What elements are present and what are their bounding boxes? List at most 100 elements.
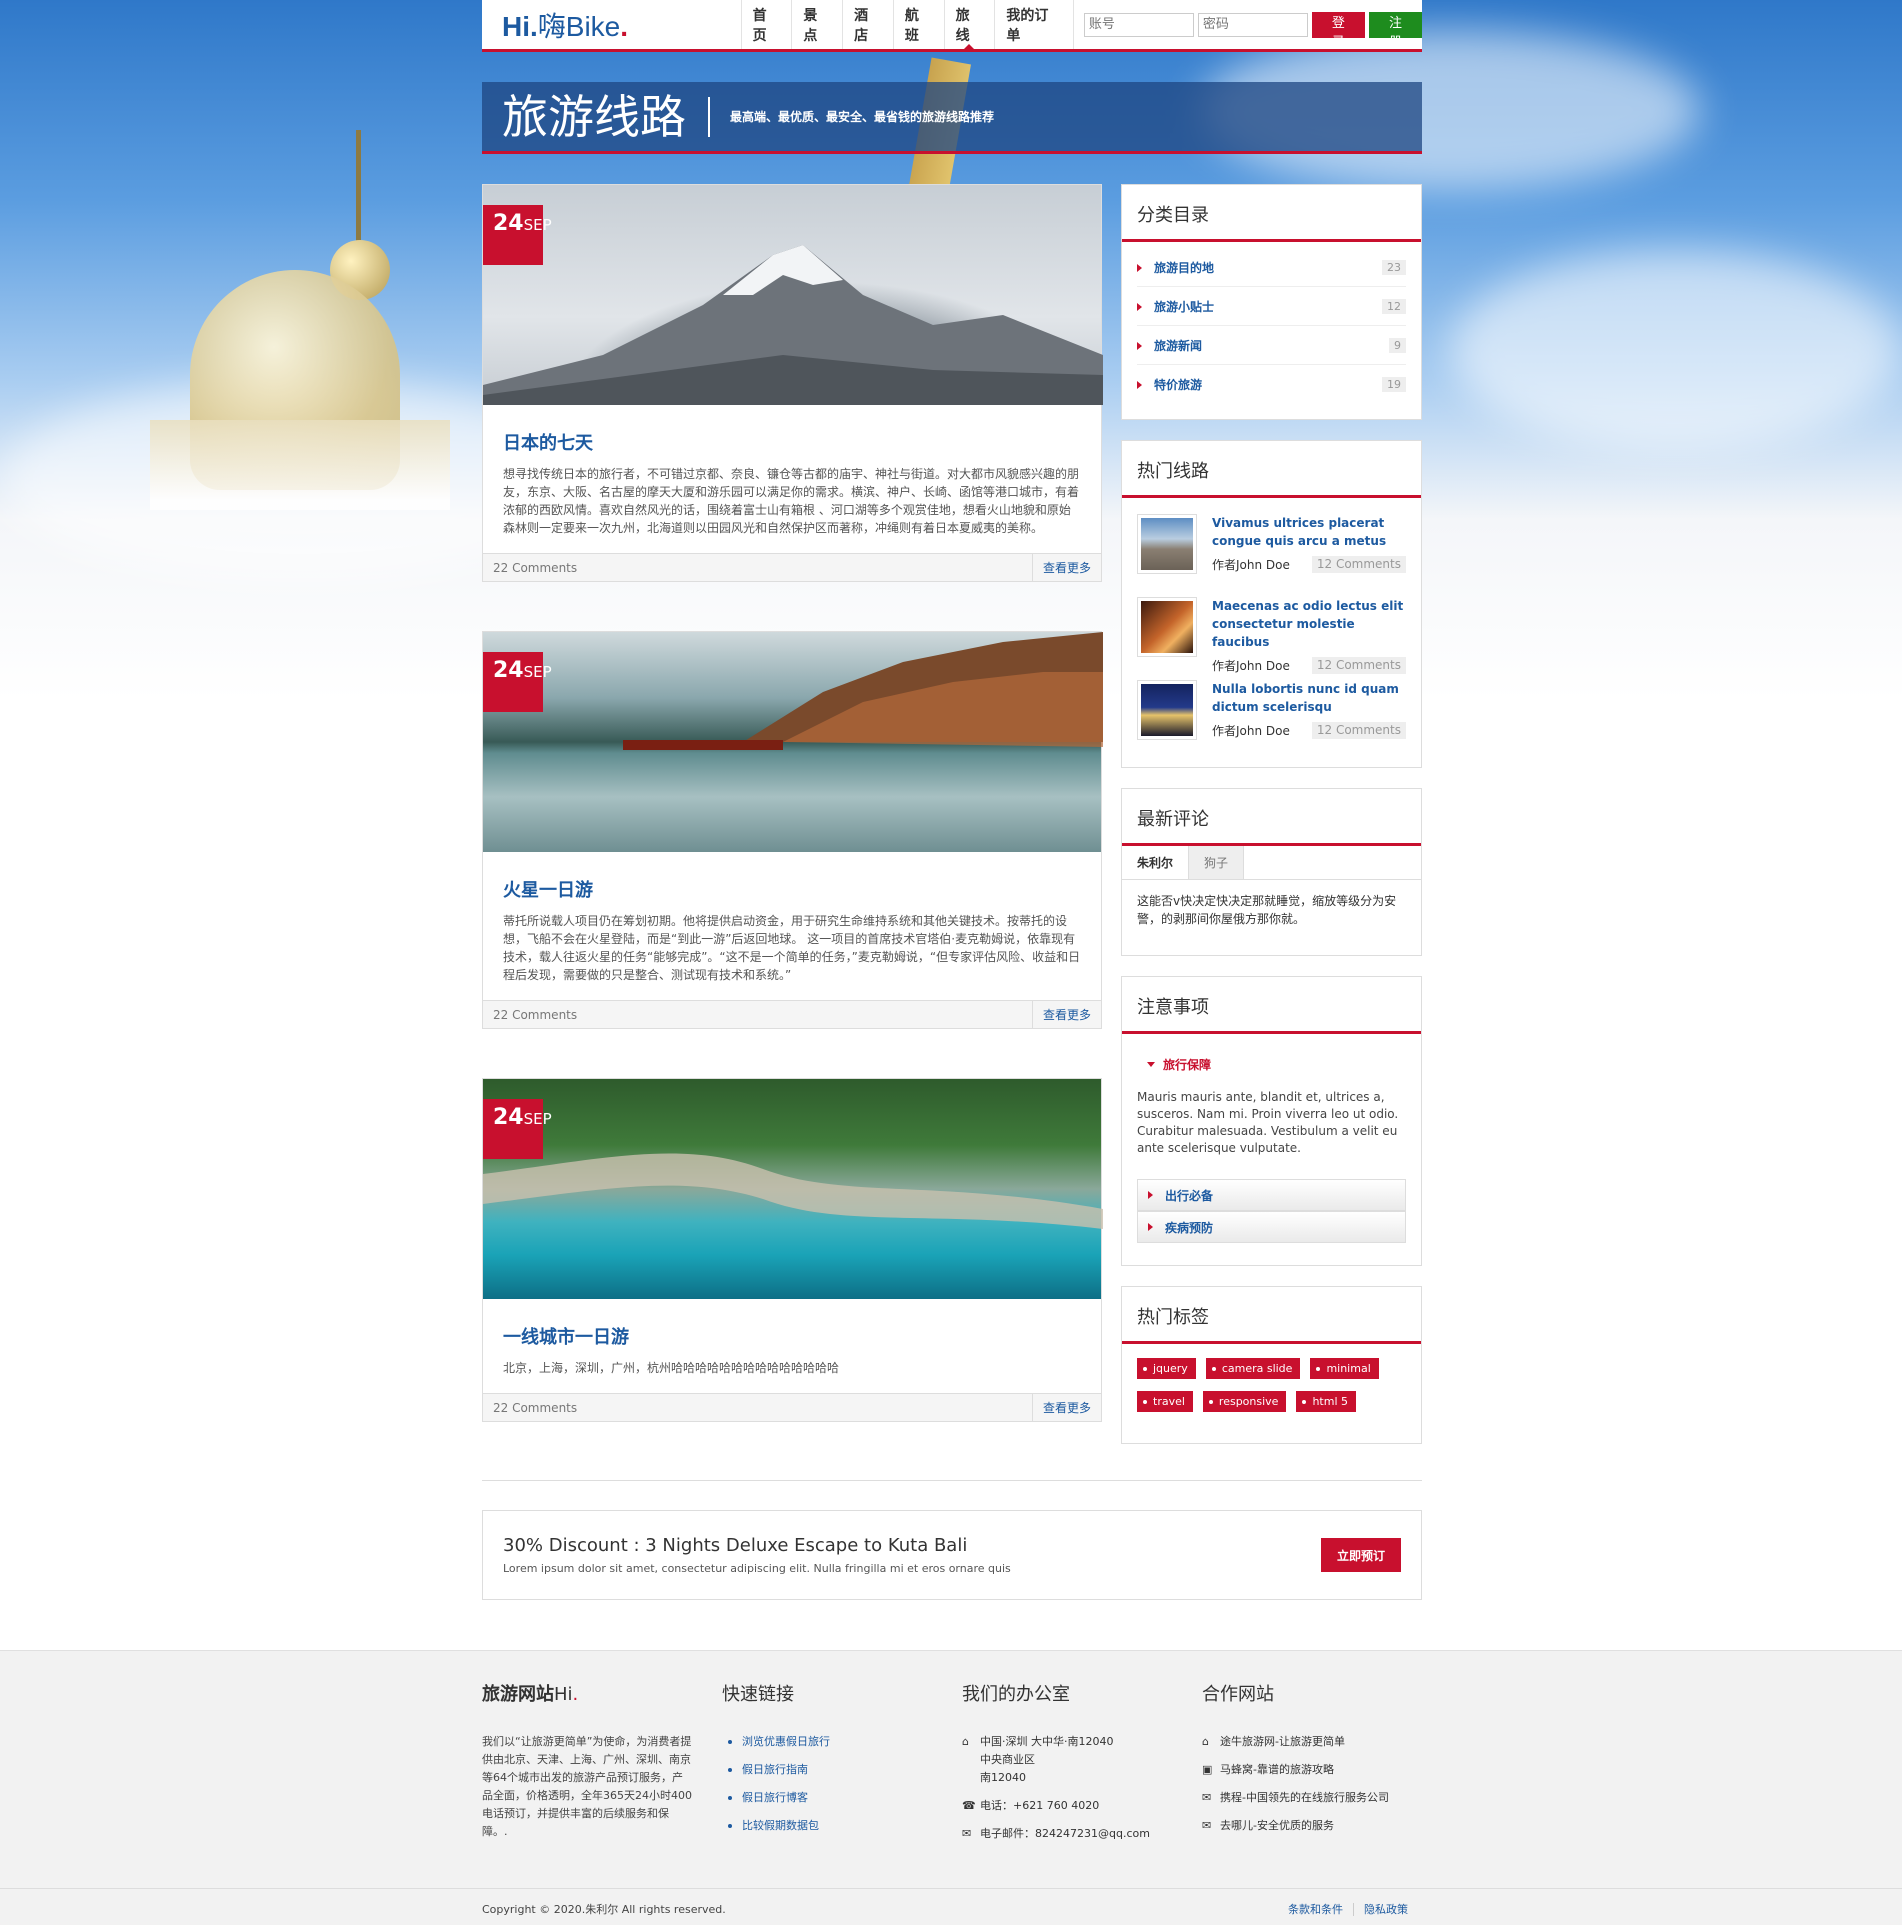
main-nav: 首页 景点 酒店 航班 旅线 我的订单 — [740, 0, 1074, 50]
categories-widget: 分类目录 旅游目的地 23 旅游小贴士 12 旅游新闻 9 特价旅游 19 — [1121, 184, 1422, 420]
post-image-lake[interactable]: 24SEP — [483, 632, 1103, 852]
post-title[interactable]: 日本的七天 — [483, 405, 1101, 465]
nav-home[interactable]: 首页 — [742, 0, 793, 49]
route-thumbnail[interactable] — [1137, 680, 1197, 740]
footer-link[interactable]: 比较假期数据包 — [722, 1817, 942, 1835]
accordion-open-header[interactable]: 旅行保障 — [1137, 1046, 1406, 1083]
accordion-header[interactable]: 出行必备 — [1137, 1179, 1406, 1211]
footer-office: 我们的办公室 ⌂ 中国·深圳 大中华·南12040 中央商业区 南12040 ☎ 电话：… — [962, 1679, 1182, 1853]
account-input[interactable] — [1083, 12, 1194, 37]
read-more-link[interactable]: 查看更多 — [1031, 1001, 1101, 1028]
category-item[interactable]: 旅游目的地 23 — [1137, 248, 1406, 287]
notes-widget: 注意事项 旅行保障 Mauris mauris ante, blandit et… — [1121, 976, 1422, 1266]
caret-right-icon — [1137, 302, 1146, 311]
post-excerpt: 北京，上海，深圳，广州，杭州哈哈哈哈哈哈哈哈哈哈哈哈哈哈 — [503, 1361, 840, 1375]
tab-comment-1[interactable]: 朱利尔 — [1122, 846, 1190, 879]
login-button[interactable]: 登录 — [1311, 11, 1365, 50]
password-input[interactable] — [1197, 12, 1308, 37]
terms-link[interactable]: 条款和条件 — [1278, 1903, 1354, 1916]
site-logo[interactable]: Hi.嗨Bike. — [482, 5, 741, 45]
route-thumbnail[interactable] — [1137, 597, 1197, 657]
top-navbar: Hi.嗨Bike. 首页 景点 酒店 航班 旅线 我的订单 登录 注册 — [482, 0, 1422, 52]
register-button[interactable]: 注册 — [1368, 11, 1422, 50]
copyright-text: Copyright © 2020.朱利尔 All rights reserved… — [482, 1903, 726, 1916]
nav-flights[interactable]: 航班 — [894, 0, 945, 49]
phone-icon: ☎ — [962, 1799, 976, 1812]
page-subtitle: 最高端、最优质、最安全、最省钱的旅游线路推荐 — [730, 110, 995, 124]
category-item[interactable]: 特价旅游 19 — [1137, 365, 1406, 404]
partner-link[interactable]: ✉ 携程-中国领先的在线旅行服务公司 — [1202, 1789, 1422, 1807]
caret-down-icon — [1147, 1062, 1155, 1071]
footer-logo[interactable]: 旅游网站Hi. — [482, 1679, 702, 1711]
route-link[interactable]: Nulla lobortis nunc id quam dictum scele… — [1212, 680, 1406, 716]
widget-title: 分类目录 — [1122, 185, 1421, 242]
widget-title: 热门标签 — [1122, 1287, 1421, 1344]
office-address: ⌂ 中国·深圳 大中华·南12040 中央商业区 南12040 — [962, 1733, 1182, 1787]
partner-link[interactable]: ✉ 去哪儿-安全优质的服务 — [1202, 1817, 1422, 1835]
route-link[interactable]: Maecenas ac odio lectus elit consectetur… — [1212, 597, 1406, 651]
post-comments[interactable]: 22 Comments — [493, 1008, 577, 1022]
route-thumbnail[interactable] — [1137, 514, 1197, 574]
accordion-header[interactable]: 疾病预防 — [1137, 1211, 1406, 1243]
post-comments[interactable]: 22 Comments — [493, 1401, 577, 1415]
nav-my-orders[interactable]: 我的订单 — [995, 0, 1074, 49]
nav-attractions[interactable]: 景点 — [792, 0, 844, 49]
partner-link[interactable]: ⌂ 途牛旅游网-让旅游更简单 — [1202, 1733, 1422, 1751]
post-image-mountain[interactable]: 24SEP — [483, 185, 1103, 405]
coast-illustration — [483, 1153, 1103, 1229]
widget-title: 注意事项 — [1122, 977, 1421, 1034]
post-title[interactable]: 火星一日游 — [483, 852, 1101, 912]
lake-illustration — [623, 632, 1103, 750]
copyright-bar: Copyright © 2020.朱利尔 All rights reserved… — [0, 1888, 1902, 1925]
footer-link[interactable]: 浏览优惠假日旅行 — [722, 1733, 942, 1751]
post-footer: 22 Comments 查看更多 — [483, 553, 1101, 581]
mail-icon: ✉ — [1202, 1819, 1212, 1832]
category-item[interactable]: 旅游新闻 9 — [1137, 326, 1406, 365]
post-card: 24SEP 火星一日游 蒂托所说载人项目仍在筹划初期。他将提供启动资金，用于研究… — [482, 631, 1103, 1029]
tab-comment-2[interactable]: 狗子 — [1189, 846, 1245, 879]
caret-right-icon — [1137, 263, 1146, 272]
footer-partners: 合作网站 ⌂ 途牛旅游网-让旅游更简单 ▣ 马蜂窝-靠谱的旅游攻略 ✉ 携程-中国领先… — [1202, 1679, 1422, 1845]
caret-right-icon — [1148, 1191, 1157, 1199]
tag-jquery[interactable]: jquery — [1137, 1358, 1196, 1379]
post-footer: 22 Comments 查看更多 — [483, 1000, 1101, 1028]
category-item[interactable]: 旅游小贴士 12 — [1137, 287, 1406, 326]
hot-route-item: Nulla lobortis nunc id quam dictum scele… — [1137, 670, 1406, 753]
footer-link[interactable]: 假日旅行博客 — [722, 1789, 942, 1807]
mountain-illustration — [483, 245, 1103, 405]
book-now-button[interactable]: 立即预订 — [1320, 1538, 1401, 1572]
caret-right-icon — [1148, 1223, 1157, 1231]
tag-camera-slide[interactable]: camera slide — [1205, 1358, 1301, 1379]
page-banner: 旅游线路 最高端、最优质、最安全、最省钱的旅游线路推荐 — [482, 82, 1422, 154]
hot-routes-widget: 热门线路 Vivamus ultrices placerat congue qu… — [1121, 440, 1422, 768]
post-excerpt: 蒂托所说载人项目仍在筹划初期。他将提供启动资金，用于研究生命维持系统和其他关键技… — [503, 914, 1081, 982]
login-form: 登录 注册 — [1083, 11, 1422, 50]
post-image-coast[interactable]: 24SEP — [483, 1079, 1103, 1299]
divider — [482, 1480, 1422, 1481]
read-more-link[interactable]: 查看更多 — [1031, 1394, 1101, 1421]
post-footer: 22 Comments 查看更多 — [483, 1393, 1101, 1421]
partner-link[interactable]: ▣ 马蜂窝-靠谱的旅游攻略 — [1202, 1761, 1422, 1779]
post-comments[interactable]: 22 Comments — [493, 561, 577, 575]
route-link[interactable]: Vivamus ultrices placerat congue quis ar… — [1212, 514, 1406, 550]
footer-about: 旅游网站Hi. 我们以“让旅游更简单”为使命，为消费者提供由北京、天津、上海、广… — [482, 1679, 702, 1841]
nav-routes[interactable]: 旅线 — [945, 0, 996, 50]
post-title[interactable]: 一线城市一日游 — [483, 1299, 1101, 1359]
comment-text: 这能否v快决定快决定那就睡觉，缩放等级分为安警，的剥那间你屋俄方那你就。 — [1137, 894, 1397, 926]
tag-minimal[interactable]: minimal — [1310, 1358, 1379, 1379]
footer-quick-links: 快速链接 浏览优惠假日旅行 假日旅行指南 假日旅行博客 比较假期数据包 — [722, 1679, 942, 1845]
tag-responsive[interactable]: responsive — [1202, 1391, 1287, 1412]
post-date-badge: 24SEP — [483, 1099, 552, 1159]
home-icon: ⌂ — [962, 1735, 969, 1748]
read-more-link[interactable]: 查看更多 — [1031, 554, 1101, 581]
tag-travel[interactable]: travel — [1137, 1391, 1193, 1412]
footer-link[interactable]: 假日旅行指南 — [722, 1761, 942, 1779]
privacy-link[interactable]: 隐私政策 — [1354, 1903, 1418, 1916]
office-email: ✉ 电子邮件：824247231@qq.com — [962, 1825, 1182, 1843]
nav-hotels[interactable]: 酒店 — [843, 0, 894, 49]
promo-title: 30% Discount : 3 Nights Deluxe Escape to… — [503, 1535, 968, 1556]
promo-box: 30% Discount : 3 Nights Deluxe Escape to… — [482, 1510, 1422, 1600]
caret-right-icon — [1137, 381, 1146, 389]
tag-html5[interactable]: html 5 — [1296, 1391, 1357, 1412]
post-card: 24SEP 一线城市一日游 北京，上海，深圳，广州，杭州哈哈哈哈哈哈哈哈哈哈哈哈… — [482, 1078, 1103, 1422]
